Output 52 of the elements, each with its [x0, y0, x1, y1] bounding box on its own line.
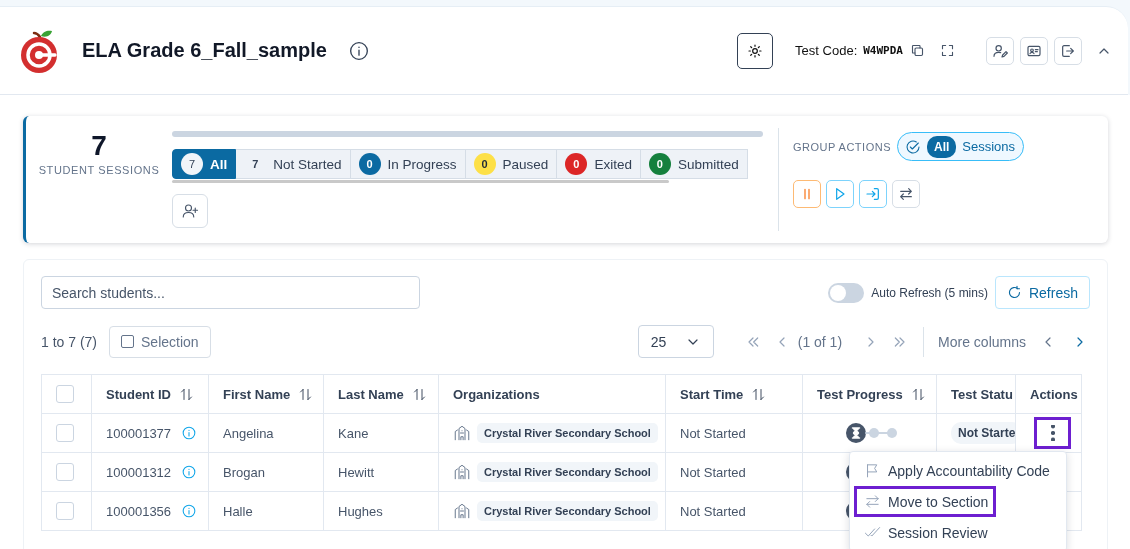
search-field[interactable]: Search students...: [41, 276, 420, 309]
status-tab[interactable]: 0 In Progress: [350, 149, 466, 179]
column-header: Test Statu: [951, 386, 1013, 402]
column-header[interactable]: Start Time: [680, 386, 744, 402]
status-tab[interactable]: 0 Paused: [465, 149, 558, 179]
organization-tag: Crystal River Secondary School: [477, 462, 658, 482]
status-tab[interactable]: 7 All: [172, 149, 237, 179]
status-tab[interactable]: 7 Not Started: [236, 149, 351, 179]
status-count: 0: [473, 153, 496, 175]
table-cell: Hughes: [338, 503, 383, 519]
table-cell: Not Started: [680, 503, 746, 519]
table-cell: Not Started: [680, 425, 746, 441]
status-count: 7: [251, 157, 260, 172]
table-cell: Hewitt: [338, 464, 375, 480]
session-count-label: STUDENT SESSIONS: [38, 164, 160, 176]
refresh-button[interactable]: Refresh: [994, 276, 1090, 309]
status-tab[interactable]: 0 Exited: [557, 149, 641, 179]
menu-item[interactable]: Apply Accountability Code: [854, 455, 1058, 486]
organization-tag: Crystal River Secondary School: [477, 501, 658, 521]
table-cell: Kane: [338, 425, 369, 441]
status-tab[interactable]: 0 Submitted: [640, 149, 748, 179]
page-title: ELA Grade 6_Fall_sample: [82, 39, 327, 62]
scope-pill: All: [927, 135, 957, 158]
test-code-label: Test Code:: [795, 43, 858, 58]
more-columns-label: More columns: [938, 333, 1026, 350]
table-cell: 100001356: [106, 503, 172, 519]
column-header: Organizations: [453, 386, 540, 402]
group-actions-label: GROUP ACTIONS: [793, 140, 891, 153]
organization-tag: Crystal River Secondary School: [477, 423, 658, 443]
range-text: 1 to 7 (7): [41, 333, 98, 350]
table-cell: Not Started: [680, 464, 746, 480]
table-cell: Halle: [223, 503, 253, 519]
column-header: Actions: [1030, 386, 1078, 402]
table-cell: Brogan: [223, 464, 265, 480]
page-indicator: (1 of 1): [797, 333, 843, 350]
scope-toggle[interactable]: All Sessions: [897, 132, 1025, 161]
page-size-select[interactable]: 25: [637, 325, 714, 358]
status-count: 0: [648, 153, 671, 175]
table-cell: 100001377: [106, 425, 172, 441]
status-tag: Not Starte: [951, 422, 1015, 444]
table-cell: Angelina: [223, 425, 274, 441]
status-count: 0: [358, 153, 381, 175]
selection-button[interactable]: Selection: [109, 325, 211, 358]
session-count: 7: [91, 130, 107, 162]
menu-item[interactable]: Move to Section: [854, 486, 997, 517]
table-cell: 100001312: [106, 464, 172, 480]
scope-label: Sessions: [962, 139, 1016, 154]
status-count: 0: [565, 153, 588, 175]
menu-item[interactable]: Session Review: [854, 517, 996, 548]
status-count: 7: [181, 153, 203, 175]
test-code: W4WPDA: [863, 44, 903, 57]
auto-refresh-label: Auto Refresh (5 mins): [871, 285, 988, 300]
